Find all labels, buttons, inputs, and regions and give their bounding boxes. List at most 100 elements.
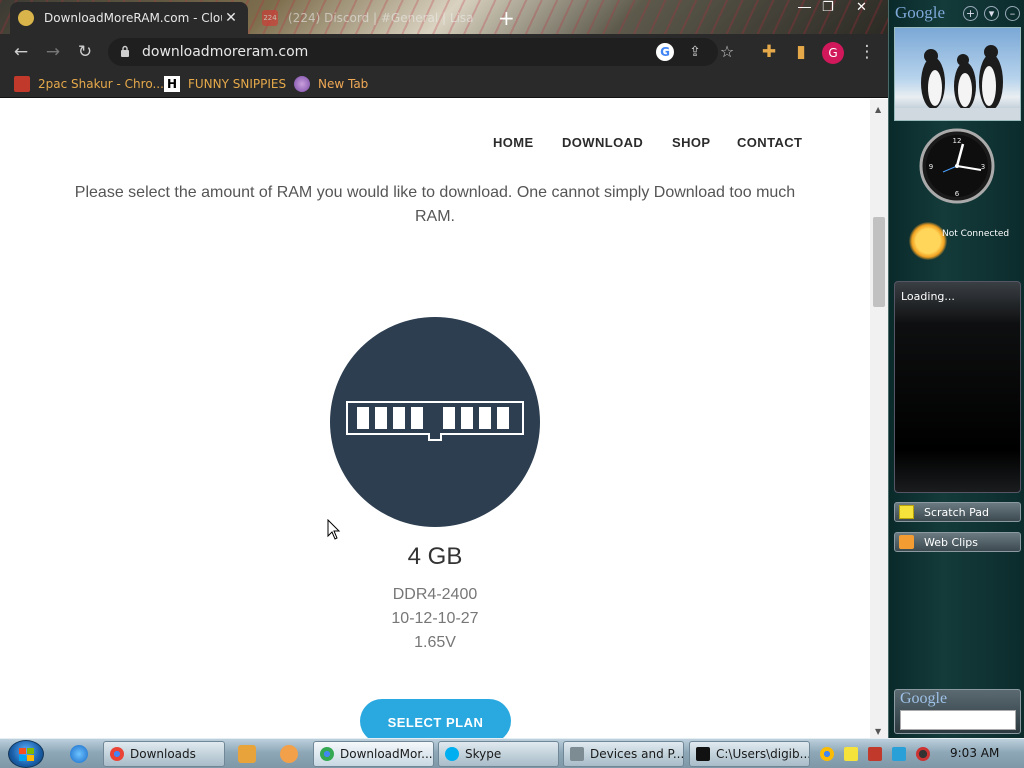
task-label: Devices and P... (590, 747, 684, 761)
printer-icon (570, 747, 584, 761)
h-bookmark-icon: H (164, 76, 180, 92)
svg-text:6: 6 (955, 190, 960, 198)
nav-shop[interactable]: SHOP (672, 135, 710, 150)
plan-spec-type: DDR4-2400 (392, 586, 478, 603)
ram-module-icon (346, 401, 524, 441)
task-label: DownloadMor... (340, 747, 433, 761)
svg-text:12: 12 (953, 137, 962, 145)
profile-avatar[interactable]: G (822, 42, 844, 64)
globe-icon (294, 76, 310, 92)
internet-explorer-icon[interactable] (70, 745, 88, 763)
nav-download[interactable]: DOWNLOAD (562, 135, 643, 150)
sun-icon (909, 222, 947, 260)
rss-icon (899, 535, 914, 549)
favicon-icon (18, 10, 34, 26)
plan-spec-timings: 10-12-10-27 (391, 610, 479, 627)
taskbar: Downloads DownloadMor... Skype Devices a… (0, 738, 1024, 768)
tab-strip: DownloadMoreRAM.com - Clou ✕ 224 (224) D… (0, 0, 888, 34)
tab-downloadmoreram[interactable]: DownloadMoreRAM.com - Clou ✕ (10, 2, 248, 34)
share-icon[interactable]: ⇪ (684, 41, 706, 63)
taskbar-command-prompt[interactable]: C:\Users\digib... (689, 741, 810, 767)
svg-text:9: 9 (929, 163, 933, 171)
taskbar-skype[interactable]: Skype (438, 741, 559, 767)
intro-text: Please select the amount of RAM you woul… (74, 184, 796, 225)
tab-discord[interactable]: 224 (224) Discord | #General | Lisa C (254, 2, 486, 34)
system-clock[interactable]: 9:03 AM (950, 746, 999, 760)
scroll-up-icon[interactable]: ▲ (875, 105, 881, 114)
google-logo: Google (900, 690, 948, 707)
site-navigation: HOME DOWNLOAD SHOP CONTACT (0, 135, 870, 155)
google-search-input[interactable] (900, 710, 1016, 730)
bookmark-item[interactable]: 2pac Shakur - Chro... (14, 76, 164, 92)
generic-bookmark-icon (14, 76, 30, 92)
add-gadget-icon[interactable]: + (963, 6, 978, 21)
address-bar[interactable]: downloadmoreram.com G ⇪ ☆ (108, 38, 734, 66)
nav-home[interactable]: HOME (493, 135, 534, 150)
sidebar-minimize-icon[interactable]: – (1005, 6, 1020, 21)
volume-tray-icon[interactable] (916, 747, 930, 761)
media-player-icon[interactable] (238, 745, 256, 763)
bookmark-star-icon[interactable]: ☆ (716, 41, 738, 63)
web-clips-gadget[interactable]: Web Clips (894, 532, 1021, 552)
bookmark-label: 2pac Shakur - Chro... (38, 77, 164, 91)
side-panel-icon[interactable]: ▮ (790, 41, 812, 63)
weather-status: Not Connected (942, 229, 1010, 239)
sidebar-header: Google + ▾ – (893, 3, 1023, 23)
bookmark-item[interactable]: H FUNNY SNIPPIES (164, 76, 286, 92)
plan-size: 4 GB (407, 543, 463, 570)
taskbar-downloadmoreram[interactable]: DownloadMor... (313, 741, 434, 767)
forward-icon[interactable]: → (42, 41, 64, 63)
chrome-icon (110, 747, 124, 761)
clock-gadget[interactable]: 12 3 6 9 (919, 128, 995, 204)
sidebar-menu-icon[interactable]: ▾ (984, 6, 999, 21)
chrome-icon (320, 747, 334, 761)
photo-gadget[interactable] (894, 27, 1021, 121)
page-scrollbar[interactable]: ▲ ▼ (870, 99, 888, 738)
bookmark-label: FUNNY SNIPPIES (188, 77, 287, 91)
minimize-icon[interactable]: ― (798, 0, 811, 15)
network-tray-icon[interactable] (892, 747, 906, 761)
close-tab-icon[interactable]: ✕ (222, 10, 240, 26)
windows-sidebar: Google + ▾ – 12 3 6 9 Not Connected Load… (888, 0, 1024, 738)
tab-label: (224) Discord | #General | Lisa C (288, 11, 478, 25)
scratch-pad-gadget[interactable]: Scratch Pad (894, 502, 1021, 522)
url-text: downloadmoreram.com (142, 44, 309, 60)
discord-icon: 224 (262, 10, 278, 26)
maximize-icon[interactable]: ❐ (822, 0, 834, 15)
scroll-thumb[interactable] (873, 217, 885, 307)
extensions-icon[interactable]: ✚ (758, 41, 780, 63)
web-page: HOME DOWNLOAD SHOP CONTACT Please select… (0, 99, 870, 738)
select-plan-button[interactable]: SELECT PLAN (360, 699, 511, 738)
task-label: Skype (465, 747, 502, 761)
nav-contact[interactable]: CONTACT (737, 135, 802, 150)
start-button[interactable] (8, 740, 44, 768)
menu-icon[interactable]: ⋮ (856, 41, 878, 63)
flag-tray-icon[interactable] (868, 747, 882, 761)
plan-spec-voltage: 1.65V (414, 634, 456, 651)
ram-illustration (330, 317, 540, 527)
note-icon (899, 505, 914, 519)
feed-loading-text: Loading... (901, 290, 955, 303)
notes-tray-icon[interactable] (844, 747, 858, 761)
browser-toolbar: ← → ↻ downloadmoreram.com G ⇪ ☆ ✚ ▮ G ⋮ (0, 34, 888, 70)
scroll-down-icon[interactable]: ▼ (875, 727, 881, 736)
back-icon[interactable]: ← (10, 41, 32, 63)
google-lens-icon[interactable]: G (656, 43, 674, 61)
svg-text:3: 3 (981, 163, 985, 171)
bookmark-item[interactable]: New Tab (294, 76, 368, 92)
gadget-label: Scratch Pad (924, 505, 989, 519)
bookmarks-bar: 2pac Shakur - Chro... H FUNNY SNIPPIES N… (0, 70, 888, 98)
reload-icon[interactable]: ↻ (74, 41, 96, 63)
task-label: C:\Users\digib... (716, 747, 810, 761)
google-search-gadget: Google (894, 689, 1021, 734)
new-tab-button[interactable]: + (498, 6, 515, 30)
close-window-icon[interactable]: ✕ (856, 0, 867, 15)
feed-gadget[interactable]: Loading... (894, 281, 1021, 493)
taskbar-devices-printers[interactable]: Devices and P... (563, 741, 684, 767)
taskbar-downloads[interactable]: Downloads (103, 741, 225, 767)
sidebar-title: Google (895, 3, 946, 22)
tab-label: DownloadMoreRAM.com - Clou (44, 11, 222, 25)
paint-icon[interactable] (280, 745, 298, 763)
chrome-tray-icon[interactable] (820, 747, 834, 761)
gadget-label: Web Clips (924, 535, 978, 549)
